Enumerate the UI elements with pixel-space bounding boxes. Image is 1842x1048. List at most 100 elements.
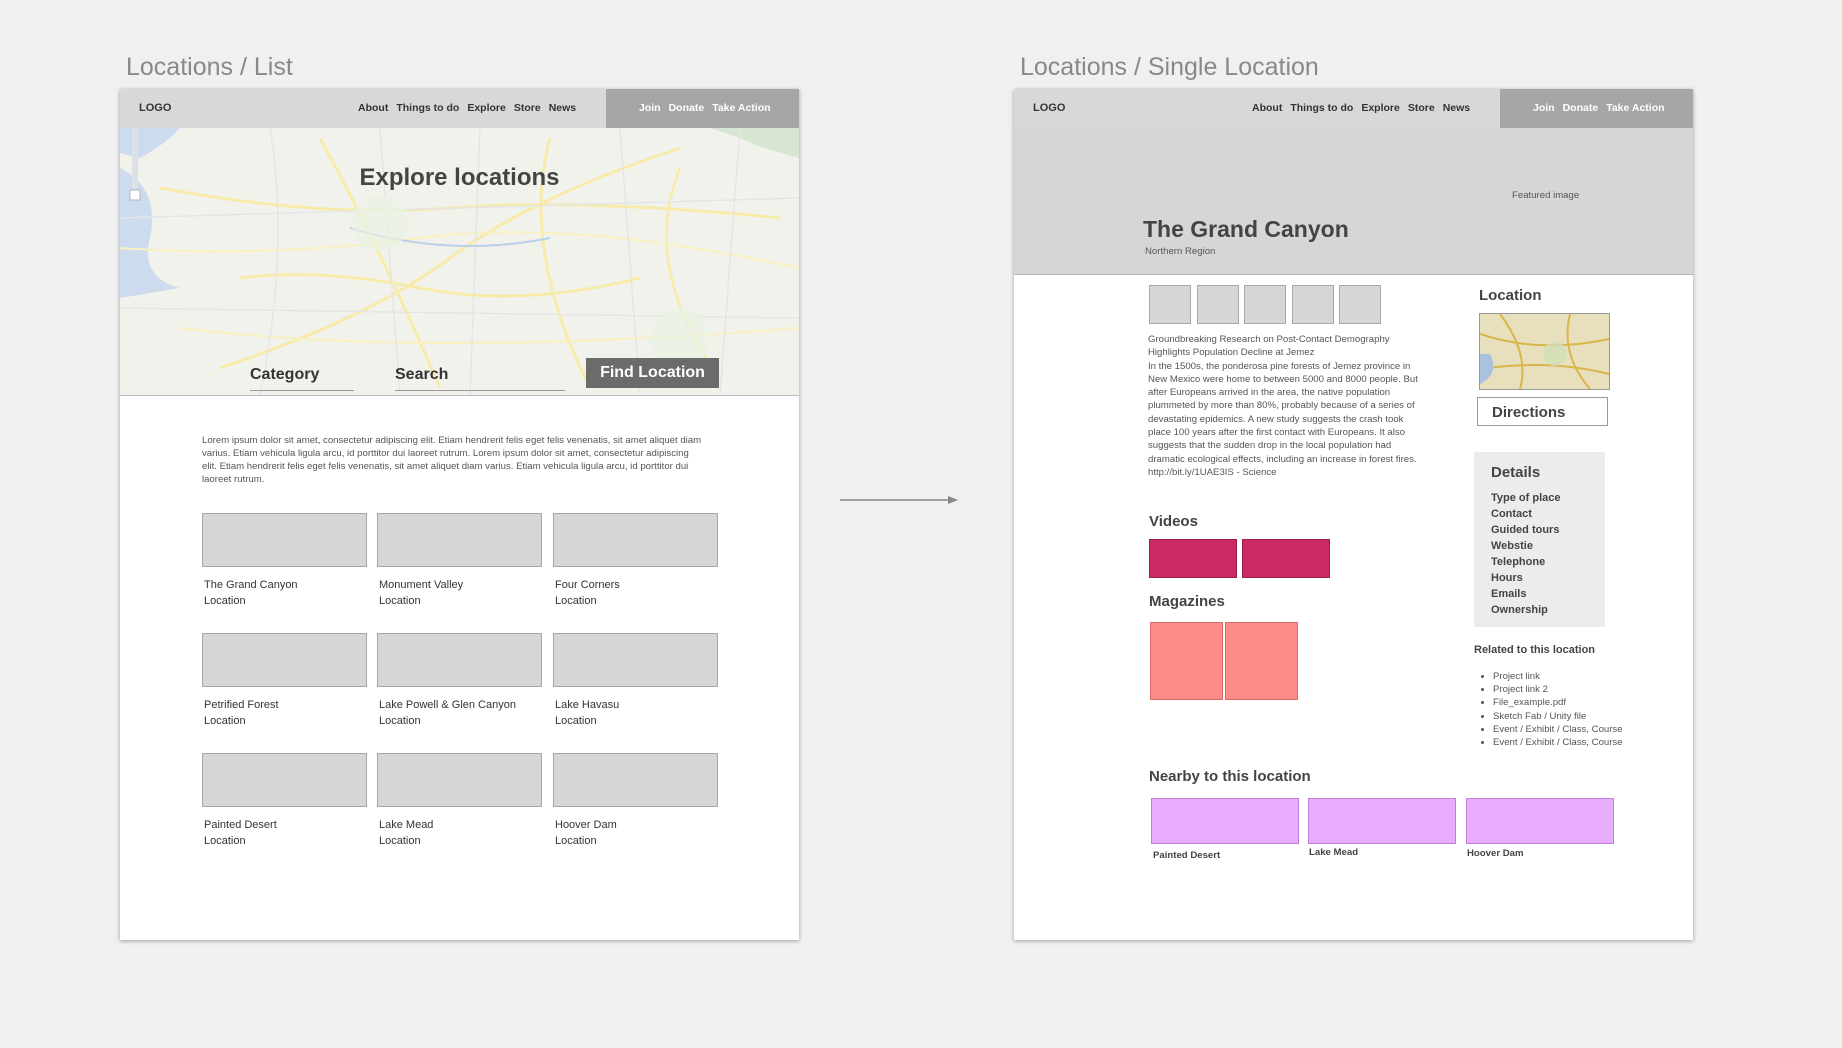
related-link[interactable]: Event / Exhibit / Class, Course [1493,736,1623,749]
location-name[interactable]: The Grand Canyon [202,577,367,593]
magazines-heading: Magazines [1149,593,1225,610]
logo[interactable]: LOGO [139,102,171,114]
nav-news[interactable]: News [1443,102,1470,114]
location-card[interactable]: Four Corners Location [553,513,718,609]
logo[interactable]: LOGO [1033,102,1065,114]
single-board-title: Locations / Single Location [1020,53,1319,81]
related-link[interactable]: Event / Exhibit / Class, Course [1493,723,1623,736]
nav-explore[interactable]: Explore [467,102,506,114]
take-action-link[interactable]: Take Action [712,102,770,114]
gallery-thumbnail[interactable] [1149,285,1191,324]
nav-store[interactable]: Store [1408,102,1435,114]
featured-image-label: Featured image [1512,190,1580,201]
location-name[interactable]: Four Corners [553,577,718,593]
search-field[interactable]: Search [395,366,448,384]
gallery-thumbnail[interactable] [1197,285,1239,324]
detail-item: Type of place [1491,492,1561,504]
location-card[interactable]: Lake Powell & Glen Canyon Location [377,633,542,729]
location-thumbnail[interactable] [553,753,718,807]
details-panel: Details Type of place Contact Guided tou… [1474,452,1605,627]
location-thumbnail[interactable] [553,513,718,567]
nav-news[interactable]: News [549,102,576,114]
detail-item: Guided tours [1491,524,1560,536]
nearby-card[interactable] [1466,798,1614,844]
action-bar: Join Donate Take Action [606,89,799,128]
location-card[interactable]: Lake Havasu Location [553,633,718,729]
location-name[interactable]: Monument Valley [377,577,542,593]
search-underline [395,390,565,391]
location-heading: Location [1479,287,1542,304]
nearby-heading: Nearby to this location [1149,768,1311,785]
intro-text: Lorem ipsum dolor sit amet, consectetur … [202,435,702,485]
main-nav: About Things to do Explore Store News [1252,102,1478,114]
related-link[interactable]: Project link 2 [1493,683,1623,696]
location-card[interactable]: Monument Valley Location [377,513,542,609]
location-minimap[interactable] [1479,313,1610,390]
location-name[interactable]: Lake Havasu [553,697,718,713]
location-type: Location [379,595,421,607]
location-card[interactable]: Petrified Forest Location [202,633,367,729]
nav-about[interactable]: About [1252,102,1282,114]
location-card[interactable]: Lake Mead Location [377,753,542,849]
nearby-card[interactable] [1151,798,1299,844]
location-thumbnail[interactable] [553,633,718,687]
related-link[interactable]: Sketch Fab / Unity file [1493,710,1623,723]
article-body: Groundbreaking Research on Post-Contact … [1148,333,1423,479]
article-text: In the 1500s, the ponderosa pine forests… [1148,360,1418,478]
location-type: Location [379,835,421,847]
location-thumbnail[interactable] [202,753,367,807]
nearby-card[interactable] [1308,798,1456,844]
nav-things-to-do[interactable]: Things to do [396,102,459,114]
location-thumbnail[interactable] [377,513,542,567]
location-name[interactable]: Petrified Forest [202,697,367,713]
detail-item: Contact [1491,508,1532,520]
category-filter[interactable]: Category [250,366,319,384]
nearby-label[interactable]: Lake Mead [1309,847,1358,858]
list-board-title: Locations / List [126,53,293,81]
location-thumbnail[interactable] [377,753,542,807]
nearby-label[interactable]: Painted Desert [1153,850,1220,861]
video-thumbnail[interactable] [1242,539,1330,578]
find-location-button[interactable]: Find Location [586,358,719,388]
details-heading: Details [1491,464,1541,481]
nav-store[interactable]: Store [514,102,541,114]
action-nav: Join Donate Take Action [1533,102,1673,114]
magazine-cover[interactable] [1150,622,1223,700]
nav-explore[interactable]: Explore [1361,102,1400,114]
location-type: Location [204,835,246,847]
location-region: Northern Region [1145,246,1216,257]
single-artboard: LOGO About Things to do Explore Store Ne… [1014,89,1693,940]
take-action-link[interactable]: Take Action [1606,102,1664,114]
gallery-thumbnail[interactable] [1292,285,1334,324]
related-link[interactable]: Project link [1493,670,1623,683]
magazine-cover[interactable] [1225,622,1298,700]
join-link[interactable]: Join [639,102,661,114]
directions-button[interactable]: Directions [1477,397,1608,426]
location-name[interactable]: Hoover Dam [553,817,718,833]
nav-things-to-do[interactable]: Things to do [1290,102,1353,114]
top-nav-bar: LOGO About Things to do Explore Store Ne… [120,89,799,129]
nearby-label[interactable]: Hoover Dam [1467,848,1524,859]
map-hero[interactable]: Explore locations Category Search Find L… [120,128,799,396]
location-card[interactable]: Hoover Dam Location [553,753,718,849]
detail-item: Telephone [1491,556,1546,568]
location-name[interactable]: Lake Powell & Glen Canyon [377,697,542,713]
nav-about[interactable]: About [358,102,388,114]
detail-item: Emails [1491,588,1527,600]
detail-item: Hours [1491,572,1523,584]
related-link[interactable]: File_example.pdf [1493,696,1623,709]
join-link[interactable]: Join [1533,102,1555,114]
donate-link[interactable]: Donate [669,102,705,114]
gallery-thumbnail[interactable] [1339,285,1381,324]
donate-link[interactable]: Donate [1563,102,1599,114]
location-thumbnail[interactable] [202,633,367,687]
location-thumbnail[interactable] [377,633,542,687]
location-thumbnail[interactable] [202,513,367,567]
location-name[interactable]: Painted Desert [202,817,367,833]
related-links: Project link Project link 2 File_example… [1474,670,1623,749]
location-card[interactable]: Painted Desert Location [202,753,367,849]
gallery-thumbnail[interactable] [1244,285,1286,324]
location-card[interactable]: The Grand Canyon Location [202,513,367,609]
location-name[interactable]: Lake Mead [377,817,542,833]
video-thumbnail[interactable] [1149,539,1237,578]
